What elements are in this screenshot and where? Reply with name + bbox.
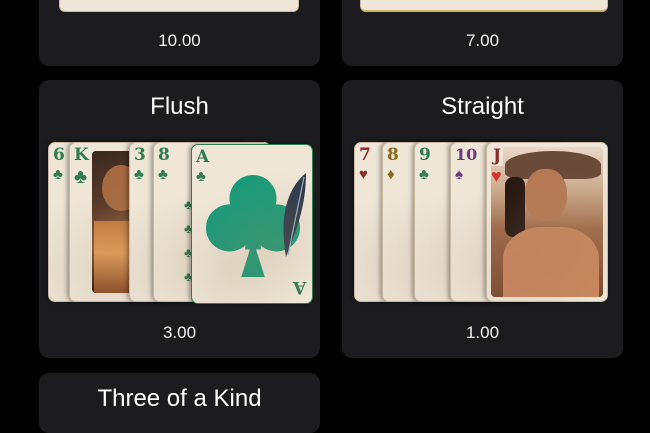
payout-value: 3.00 xyxy=(162,323,197,342)
jack-portrait xyxy=(491,147,603,297)
club-suit-icon: ♣ xyxy=(53,166,63,183)
card-rank: 10 xyxy=(455,145,478,164)
hand-title: Flush xyxy=(150,93,209,120)
card-rank: A xyxy=(196,147,210,167)
card-row-partial xyxy=(59,0,299,12)
feather-icon xyxy=(283,173,306,257)
payout-value: 10.00 xyxy=(158,31,201,50)
payout-value: 7.00 xyxy=(465,31,500,50)
card-rank: 9 xyxy=(419,145,431,165)
playing-card: J ♥ xyxy=(486,142,608,302)
heart-suit-icon: ♥ xyxy=(359,166,368,183)
card-rank: K xyxy=(74,145,89,165)
hand-panel-flush[interactable]: Flush 6 ♣ K ♣ 3 ♣ 8 ♣ ♣ ♣ ♣ ♣ A ♣ A 3.00 xyxy=(39,80,320,358)
card-rank: J xyxy=(491,146,504,166)
card-rank: 3 xyxy=(134,145,146,165)
hand-title: Three of a Kind xyxy=(97,385,262,412)
playing-card: A ♣ A xyxy=(191,144,313,304)
club-suit-icon: ♣ xyxy=(74,166,88,188)
club-suit-icon: ♣ xyxy=(158,166,168,183)
hand-panel-top-left[interactable]: 10.00 xyxy=(39,0,320,66)
heart-suit-icon: ♥ xyxy=(491,166,502,186)
hand-title: Straight xyxy=(441,93,524,120)
club-suit-icon: ♣ xyxy=(419,166,429,183)
club-suit-icon: ♣ xyxy=(134,166,144,183)
card-row-partial xyxy=(360,0,608,12)
hand-panel-three-of-a-kind[interactable]: Three of a Kind xyxy=(39,373,320,433)
diamond-suit-icon: ♦ xyxy=(387,166,395,183)
card-rank: 8 xyxy=(158,145,170,165)
payout-value: 1.00 xyxy=(465,323,500,342)
hand-panel-straight[interactable]: Straight 7 ♥ 8 ♦ 9 ♣ 10 ♠ J ♥ 1.00 xyxy=(342,80,623,358)
card-rank: 8 xyxy=(387,145,399,165)
card-rank-bottom: A xyxy=(292,277,306,297)
hand-panel-top-right[interactable]: 7.00 xyxy=(342,0,623,66)
card-rank: 6 xyxy=(53,145,65,165)
card-rank: 7 xyxy=(359,145,371,165)
spade-suit-icon: ♠ xyxy=(455,166,463,183)
